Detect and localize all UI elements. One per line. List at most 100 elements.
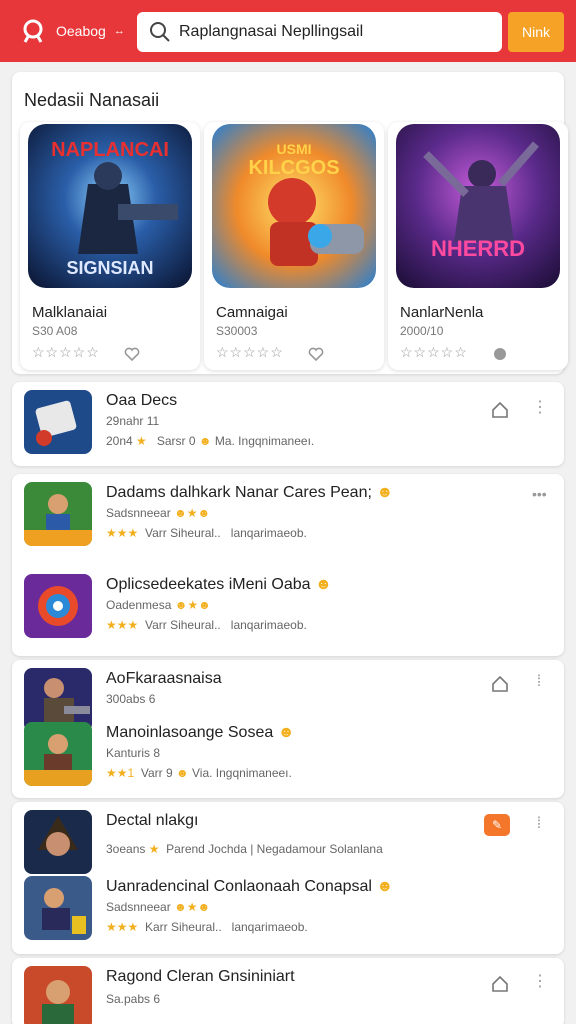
more-options-icon[interactable]: ⁞ (532, 672, 546, 692)
list-item-details: ★★★ Varr Siheural.. lanqarimaeob. (106, 618, 307, 632)
search-icon (150, 22, 170, 42)
featured-item[interactable]: NHERRD NanlarNenla 2000/10 ☆☆☆☆☆ (388, 122, 568, 370)
star-icon: ★ (148, 842, 160, 856)
emoji-icon: ☻★☻ (174, 598, 211, 612)
meta-text: 3oeans (106, 842, 146, 856)
detail-text: Varr Siheural.. (144, 526, 221, 540)
emoji-icon: ☻★☻ (174, 506, 211, 520)
more-options-icon[interactable]: ⋮ (532, 398, 548, 418)
game-thumbnail (24, 810, 92, 874)
home-icon[interactable] (490, 974, 510, 994)
brand-caret-icon: ↔ (113, 25, 125, 37)
game-art: NAPLANCAI SIGNSIAN (28, 124, 192, 288)
list-item-meta: Oadenmesa ☻★☻ (106, 598, 211, 612)
featured-item-sub: 2000/10 (400, 324, 444, 338)
list-card: AoFkaraasnaisa 300abs 6 Manoinlasoange S… (12, 660, 564, 798)
meta-text: Parend Jochda | Negadamour Solanlana (166, 842, 383, 856)
featured-item-name: NanlarNenla (400, 304, 484, 321)
featured-item[interactable]: USMI KILCGOS Camnaigai S30003 ☆☆☆☆☆ (204, 122, 384, 370)
brand-name: Oeabog (56, 23, 106, 39)
list-item-meta: 3oeans ★ Parend Jochda | Negadamour Sola… (106, 842, 383, 856)
detail-text: Via. Ingqnimaneeı. (192, 766, 292, 780)
detail-text: Sarsr 0 (156, 434, 196, 448)
list-item-meta: Sadsnneear ☻★☻ (106, 506, 210, 520)
list-item-details: ★★★ Varr Siheural.. lanqarimaeob. (106, 526, 307, 540)
home-icon[interactable] (490, 400, 510, 420)
rating-stars: ☆☆☆☆☆ (400, 344, 468, 360)
game-art-title: NAPLANCAI (51, 139, 169, 161)
search-box[interactable] (137, 12, 502, 52)
emoji-icon: ☻ (176, 766, 189, 780)
emoji-icon: ☻ (376, 878, 394, 895)
title-text: Manoinlasoange Sosea (106, 724, 274, 741)
list-item-details: 20n4 ★ Sarsr 0 ☻ Ma. Ingqnimaneeı. (106, 434, 314, 448)
more-options-icon[interactable]: ⋮ (532, 972, 548, 992)
detail-text: lanqarimaeob. (230, 526, 307, 540)
featured-title: Nedasii Nanasaii (24, 90, 160, 110)
heart-icon[interactable] (492, 346, 508, 362)
home-icon[interactable] (490, 674, 510, 694)
featured-item-sub: S30003 (216, 324, 258, 338)
list-item-meta: Kanturis 8 (106, 746, 161, 760)
title-text: Uanradencinal Conlaonaah Conapsal (106, 878, 372, 895)
detail-text: lanqarimaeob. (231, 920, 308, 934)
list-item-title: Manoinlasoange Sosea ☻ (106, 724, 295, 742)
title-text: Dadams dalhkark Nanar Cares Pean; (106, 484, 372, 501)
list-item-title: Oplicsedeekates iMeni Oaba ☻ (106, 576, 332, 594)
top-action-button[interactable]: Nink (508, 12, 564, 52)
emoji-icon: ☻ (198, 434, 212, 448)
rating-stars: ★★★ (106, 920, 139, 934)
game-art-title: NHERRD (431, 236, 525, 261)
heart-icon[interactable] (124, 346, 140, 362)
detail-text: Karr Siheural.. (144, 920, 222, 934)
rating-stars: ★ (136, 434, 147, 448)
featured-section: Nedasii Nanasaii NAPLANCAI SIGNSIAN Malk… (12, 72, 568, 374)
detail-text: lanqarimaeob. (230, 618, 307, 632)
game-thumbnail (24, 574, 92, 638)
edit-badge-icon[interactable]: ✎ (484, 814, 510, 836)
more-options-icon[interactable]: ••• (532, 484, 547, 504)
list-card: Oaa Decs 29nahr 11 20n4 ★ Sarsr 0 ☻ Ma. … (12, 382, 564, 466)
game-art-subtitle: SIGNSIAN (66, 258, 153, 278)
detail-text: Ma. Ingqnimaneeı. (214, 434, 315, 448)
list-card: Dadams dalhkark Nanar Cares Pean; ☻ Sads… (12, 474, 564, 656)
title-text: Oplicsedeekates iMeni Oaba (106, 576, 311, 593)
emoji-icon: ☻ (315, 576, 332, 593)
rating-stars: ★★★ (106, 618, 139, 632)
list-item-title: AoFkaraasnaisa (106, 670, 222, 687)
game-thumbnail (24, 390, 92, 454)
list-card: Ragond Cleran Gnsininiart Sa.pabs 6 ⋮ (12, 958, 564, 1024)
emoji-icon: ☻★☻ (174, 900, 211, 914)
top-bar: Oeabog ↔ Nink (0, 0, 576, 62)
game-art-title: USMI (277, 141, 312, 157)
rating-stars: ★★1 (106, 766, 135, 780)
featured-item[interactable]: NAPLANCAI SIGNSIAN Malklanaiai S30 A08 ☆… (20, 122, 200, 370)
emoji-icon: ☻ (376, 484, 394, 501)
list-item-details: ★★1 Varr 9 ☻ Via. Ingqnimaneeı. (106, 766, 292, 780)
rating-stars: ☆☆☆☆☆ (216, 344, 284, 360)
game-thumbnail (24, 876, 92, 940)
emoji-icon: ☻ (277, 724, 295, 741)
list-item-title: Dadams dalhkark Nanar Cares Pean; ☻ (106, 484, 393, 502)
list-item-meta: Sadsnneear ☻★☻ (106, 900, 210, 914)
list-item-meta: 300abs 6 (106, 692, 156, 706)
detail-text: 20n4 (106, 434, 133, 448)
detail-text: Varr Siheural.. (144, 618, 221, 632)
game-thumbnail (24, 722, 92, 786)
brand[interactable]: Oeabog ↔ (20, 18, 132, 44)
game-art: USMI KILCGOS (212, 124, 376, 288)
featured-item-sub: S30 A08 (32, 324, 78, 338)
list-item-title: Ragond Cleran Gnsininiart (106, 968, 295, 985)
rating-stars: ★★★ (106, 526, 139, 540)
list-item-title: Dectal nlakgı (106, 812, 199, 829)
game-art-subtitle: KILCGOS (248, 157, 339, 179)
list-item-details: ★★★ Karr Siheural.. lanqarimaeob. (106, 920, 308, 934)
meta-text: Sadsnneear (106, 506, 171, 520)
search-input[interactable] (179, 23, 489, 41)
heart-icon[interactable] (308, 346, 324, 362)
rating-stars: ☆☆☆☆☆ (32, 344, 100, 360)
meta-text: Oadenmesa (106, 598, 172, 612)
more-options-icon[interactable]: ⁞ (532, 814, 546, 834)
game-thumbnail (24, 966, 92, 1024)
brand-logo-icon (23, 19, 43, 43)
